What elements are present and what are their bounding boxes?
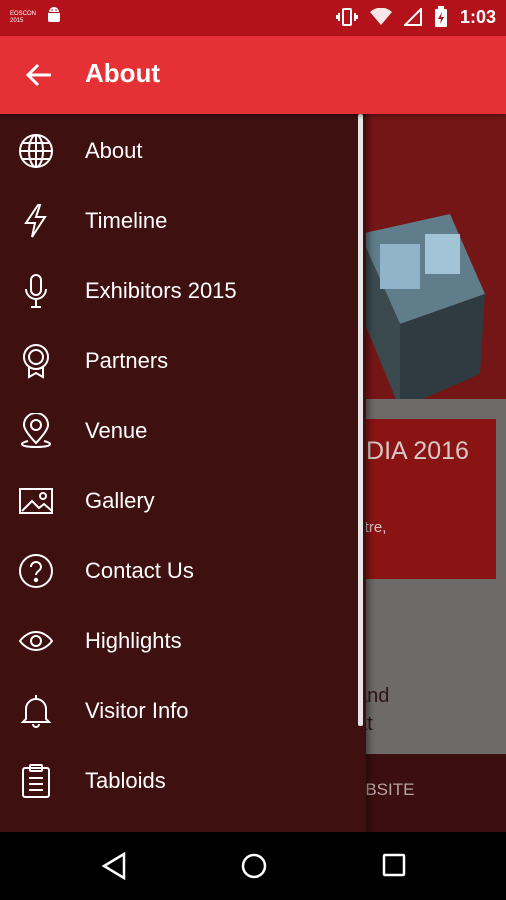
drawer-item-label: Highlights <box>85 628 182 653</box>
drawer-scrollbar[interactable] <box>358 114 363 726</box>
vibrate-icon <box>335 7 358 27</box>
system-nav-bar <box>0 832 506 900</box>
drawer-item-venue[interactable]: Venue <box>0 396 358 466</box>
home-nav-icon[interactable] <box>240 852 268 880</box>
help-icon <box>18 553 54 589</box>
location-pin-icon <box>18 412 54 449</box>
drawer-item-label: Partners <box>85 348 169 373</box>
drawer-item-label: Exhibitors 2015 <box>85 278 237 303</box>
wifi-icon <box>369 8 392 26</box>
notification-text: EOSCON 2015 <box>10 10 37 24</box>
drawer-item-visitor-info[interactable]: Visitor Info <box>0 676 358 746</box>
clipboard-icon <box>18 763 54 799</box>
drawer-item-label: Venue <box>85 418 148 443</box>
recents-nav-icon[interactable] <box>381 852 407 878</box>
drawer-item-about[interactable]: About <box>0 116 358 186</box>
drawer-item-highlights[interactable]: Highlights <box>0 606 358 676</box>
drawer-item-label: Timeline <box>85 208 168 233</box>
drawer-item-label: Contact Us <box>85 558 194 583</box>
drawer-item-gallery[interactable]: Gallery <box>0 466 358 536</box>
drawer-item-contact-us[interactable]: Contact Us <box>0 536 358 606</box>
clock: 1:03 <box>459 6 496 27</box>
drawer-item-partners[interactable]: Partners <box>0 326 358 396</box>
drawer-item-label: Visitor Info <box>85 698 189 723</box>
drawer-item-exhibitors[interactable]: Exhibitors 2015 <box>0 256 358 326</box>
image-icon <box>18 483 54 519</box>
drawer-item-label: About <box>85 138 143 163</box>
status-bar: EOSCON 2015 1:03 <box>0 0 506 36</box>
eye-icon <box>18 623 54 659</box>
android-icon <box>46 6 62 29</box>
battery-charging-icon <box>434 6 448 28</box>
award-icon <box>18 343 54 379</box>
drawer-item-tabloids[interactable]: Tabloids <box>0 746 358 816</box>
drawer-item-timeline[interactable]: Timeline <box>0 186 358 256</box>
cellular-icon <box>403 8 422 26</box>
lightning-icon <box>18 203 54 239</box>
event-title: NDIA 2016 <box>348 437 469 465</box>
microphone-icon <box>18 273 54 309</box>
website-button[interactable]: EBSITE <box>350 754 506 832</box>
page-title: About <box>85 58 161 88</box>
globe-icon <box>18 133 54 169</box>
bell-icon <box>18 693 54 729</box>
drawer-item-label: Gallery <box>85 488 155 513</box>
navigation-drawer: About Timeline Exhibitors 2015 Partners … <box>0 114 366 832</box>
drawer-item-label: Tabloids <box>85 768 166 793</box>
back-nav-icon[interactable] <box>101 852 127 880</box>
back-arrow-icon[interactable] <box>24 60 54 90</box>
app-bar: About <box>0 36 506 114</box>
